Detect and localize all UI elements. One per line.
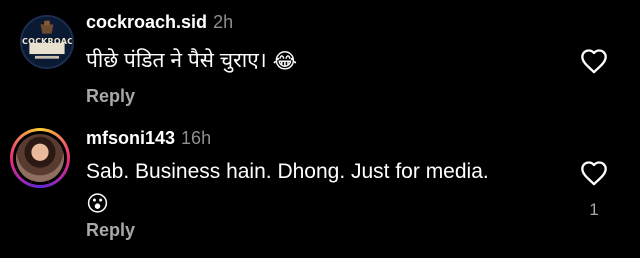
avatar[interactable]: COCKROACH (20, 15, 74, 69)
like-button[interactable] (580, 160, 608, 186)
avatar-logo-text: COCKROACH (22, 37, 74, 46)
surprised-emoji-icon: 😮 (86, 191, 109, 217)
comment-time: 16h (181, 128, 212, 148)
comment-item: mfsoni143 16h Sab. Business hain. Dhong. … (0, 120, 640, 258)
story-ring (13, 131, 67, 185)
comment-item: COCKROACH cockroach.sid 2h पीछे पंडित ने … (0, 0, 640, 120)
like-count: 1 (589, 200, 599, 219)
laughing-emoji-icon: 😂 (272, 49, 298, 74)
comment-body: पीछे पंडित ने पैसे चुराए। (86, 49, 267, 72)
username-text[interactable]: mfsoni143 (86, 128, 175, 148)
comment-emoji-row: 😮 (86, 190, 109, 217)
profile-photo (16, 134, 64, 182)
reply-button[interactable]: Reply (86, 86, 135, 107)
comment-time: 2h (213, 12, 234, 32)
username-text[interactable]: cockroach.sid (86, 12, 207, 32)
heart-outline-icon (581, 49, 607, 74)
comment-text: पीछे पंडित ने पैसे चुराए। 😂 (86, 46, 297, 74)
avatar[interactable] (10, 128, 70, 188)
heart-outline-icon (581, 161, 607, 186)
comment-username[interactable]: mfsoni143 16h (86, 128, 211, 149)
reply-button[interactable]: Reply (86, 220, 135, 241)
comment-username[interactable]: cockroach.sid 2h (86, 12, 233, 33)
like-button[interactable] (580, 48, 608, 74)
comment-text: Sab. Business hain. Dhong. Just for medi… (86, 160, 489, 183)
